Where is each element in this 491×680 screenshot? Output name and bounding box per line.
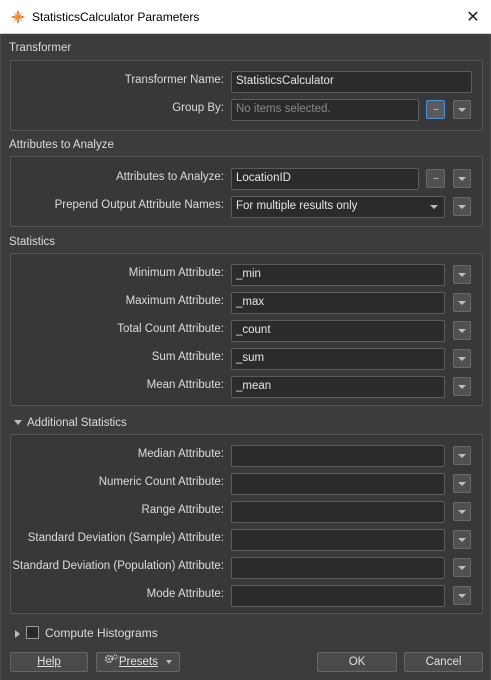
analyze-browse-button[interactable]: ... bbox=[426, 169, 445, 188]
section-transformer: Transformer bbox=[9, 42, 72, 54]
compute-histograms-label: Compute Histograms bbox=[45, 626, 158, 640]
statistic-attribute-menu-button[interactable] bbox=[453, 265, 471, 284]
additional-attribute-label: Median Attribute: bbox=[137, 448, 224, 460]
statistic-attribute-row: Total Count Attribute: _count bbox=[11, 320, 482, 342]
transformer-group: Transformer Name: StatisticsCalculator G… bbox=[10, 60, 483, 131]
additional-attribute-menu-button[interactable] bbox=[453, 558, 471, 577]
additional-attribute-input[interactable] bbox=[231, 585, 445, 607]
statistic-attribute-label: Minimum Attribute: bbox=[128, 267, 224, 279]
close-icon[interactable]: ✕ bbox=[463, 7, 483, 27]
additional-attribute-menu-button[interactable] bbox=[453, 502, 471, 521]
additional-attribute-menu-button[interactable] bbox=[453, 530, 471, 549]
statistic-attribute-input[interactable]: _sum bbox=[231, 348, 445, 370]
prepend-menu-button[interactable] bbox=[453, 197, 471, 216]
cancel-button[interactable]: Cancel bbox=[404, 652, 483, 672]
help-label: Help bbox=[37, 656, 61, 668]
additional-attribute-input[interactable] bbox=[231, 501, 445, 523]
prepend-select-value: For multiple results only bbox=[236, 200, 358, 212]
analyze-row: Attributes to Analyze: LocationID ... bbox=[11, 168, 482, 190]
statistic-attribute-row: Maximum Attribute: _max bbox=[11, 292, 482, 314]
statistic-attribute-label: Sum Attribute: bbox=[151, 351, 224, 363]
additional-attribute-row: Range Attribute: bbox=[11, 501, 482, 523]
additional-attribute-row: Numeric Count Attribute: bbox=[11, 473, 482, 495]
statistic-attribute-input[interactable]: _max bbox=[231, 292, 445, 314]
statistic-attribute-input[interactable]: _mean bbox=[231, 376, 445, 398]
statistic-attribute-row: Sum Attribute: _sum bbox=[11, 348, 482, 370]
additional-attribute-input[interactable] bbox=[231, 557, 445, 579]
section-attributes: Attributes to Analyze bbox=[9, 139, 114, 151]
compute-histograms-checkbox[interactable] bbox=[26, 626, 39, 639]
title-bar: StatisticsCalculator Parameters ✕ bbox=[0, 0, 491, 34]
statistic-attribute-input[interactable]: _count bbox=[231, 320, 445, 342]
analyze-input[interactable]: LocationID bbox=[231, 168, 419, 190]
statistic-attribute-label: Total Count Attribute: bbox=[117, 323, 224, 335]
group-by-row: Group By: No items selected. ... bbox=[11, 99, 482, 121]
statistic-attribute-label: Mean Attribute: bbox=[146, 379, 224, 391]
group-by-input[interactable]: No items selected. bbox=[231, 99, 419, 121]
additional-attribute-label: Standard Deviation (Sample) Attribute: bbox=[27, 532, 224, 544]
additional-attribute-input[interactable] bbox=[231, 445, 445, 467]
ok-button[interactable]: OK bbox=[317, 652, 397, 672]
statistic-attribute-menu-button[interactable] bbox=[453, 349, 471, 368]
additional-attribute-row: Mode Attribute: bbox=[11, 585, 482, 607]
additional-attribute-row: Standard Deviation (Population) Attribut… bbox=[11, 557, 482, 579]
chevron-down-icon bbox=[166, 660, 173, 664]
section-statistics: Statistics bbox=[9, 236, 56, 248]
transformer-name-label: Transformer Name: bbox=[124, 74, 224, 86]
analyze-label: Attributes to Analyze: bbox=[115, 171, 224, 183]
additional-attribute-menu-button[interactable] bbox=[453, 474, 471, 493]
additional-attribute-input[interactable] bbox=[231, 529, 445, 551]
additional-attribute-input[interactable] bbox=[231, 473, 445, 495]
collapse-triangle-icon bbox=[14, 420, 22, 426]
prepend-label: Prepend Output Attribute Names: bbox=[54, 199, 224, 211]
statistic-attribute-menu-button[interactable] bbox=[453, 377, 471, 396]
additional-attribute-menu-button[interactable] bbox=[453, 586, 471, 605]
additional-attribute-row: Median Attribute: bbox=[11, 445, 482, 467]
statistic-attribute-menu-button[interactable] bbox=[453, 293, 471, 312]
statistic-attribute-row: Minimum Attribute: _min bbox=[11, 264, 482, 286]
analyze-menu-button[interactable] bbox=[453, 169, 471, 188]
help-button[interactable]: Help bbox=[10, 652, 88, 672]
statistic-attribute-row: Mean Attribute: _mean bbox=[11, 376, 482, 398]
statistic-attribute-label: Maximum Attribute: bbox=[125, 295, 224, 307]
statistic-attribute-menu-button[interactable] bbox=[453, 321, 471, 340]
additional-attribute-label: Mode Attribute: bbox=[146, 588, 224, 600]
statistics-group: Minimum Attribute: _min Maximum Attribute:… bbox=[10, 253, 483, 406]
transformer-name-row: Transformer Name: StatisticsCalculator bbox=[11, 71, 482, 93]
additional-attribute-label: Range Attribute: bbox=[141, 504, 224, 516]
presets-button[interactable]: Presets bbox=[96, 652, 180, 672]
section-additional: Additional Statistics bbox=[27, 417, 127, 429]
additional-statistics-toggle[interactable]: Additional Statistics bbox=[14, 417, 127, 429]
expand-triangle-icon[interactable] bbox=[15, 630, 20, 638]
group-by-menu-button[interactable] bbox=[453, 100, 471, 119]
group-by-label: Group By: bbox=[172, 102, 224, 114]
additional-attribute-label: Standard Deviation (Population) Attribut… bbox=[12, 560, 224, 572]
statistic-attribute-input[interactable]: _min bbox=[231, 264, 445, 286]
additional-statistics-group: Median Attribute: Numeric Count Attribute… bbox=[10, 434, 483, 614]
presets-label: Presets bbox=[118, 656, 158, 669]
fme-transformer-icon bbox=[10, 9, 26, 25]
additional-attribute-label: Numeric Count Attribute: bbox=[98, 476, 224, 488]
window-title: StatisticsCalculator Parameters bbox=[32, 9, 200, 24]
transformer-name-input[interactable]: StatisticsCalculator bbox=[231, 71, 472, 93]
additional-attribute-row: Standard Deviation (Sample) Attribute: bbox=[11, 529, 482, 551]
gears-icon bbox=[104, 653, 118, 671]
dialog-body: Transformer Transformer Name: Statistics… bbox=[0, 34, 491, 680]
prepend-select[interactable]: For multiple results only bbox=[231, 196, 445, 218]
chevron-down-icon bbox=[430, 205, 438, 209]
prepend-row: Prepend Output Attribute Names: For mult… bbox=[11, 196, 482, 218]
additional-attribute-menu-button[interactable] bbox=[453, 446, 471, 465]
group-by-browse-button[interactable]: ... bbox=[426, 100, 445, 119]
attributes-group: Attributes to Analyze: LocationID ... Pr… bbox=[10, 156, 483, 227]
